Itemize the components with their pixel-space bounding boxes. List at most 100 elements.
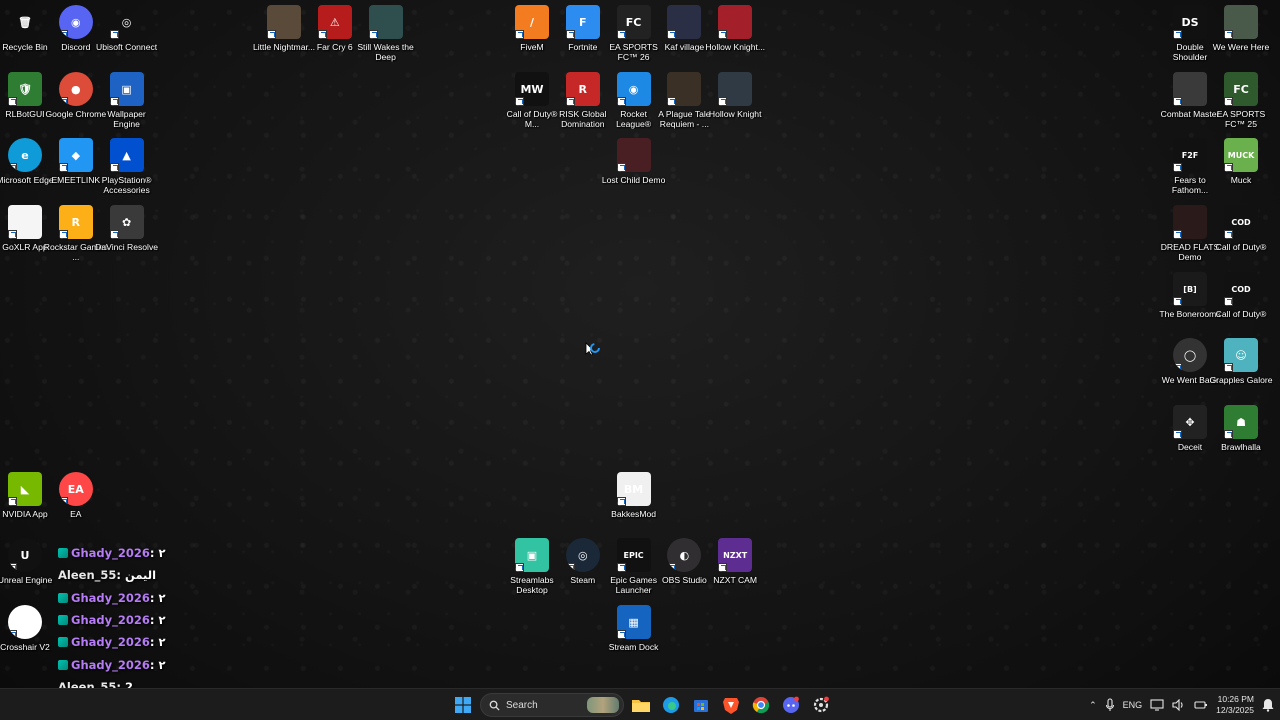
desktop-icon-davinci-resolve[interactable]: ✿ DaVinci Resolve [95,205,159,252]
chrome-taskbar-button[interactable] [748,692,774,718]
app-icon-glyph: NZXT [723,550,748,560]
chat-text: ٢ [158,635,166,650]
edge-taskbar-button[interactable] [658,692,684,718]
desktop-icon-still-wakes-the-deep[interactable]: Still Wakes the Deep [354,5,418,62]
volume-icon[interactable] [1172,699,1186,711]
desktop-icon-we-were-here[interactable]: We Were Here [1209,5,1273,52]
battery-icon[interactable] [1194,699,1208,711]
app-icon: ✥ [1173,405,1207,439]
app-icon [718,72,753,106]
app-icon: FC [1224,72,1258,106]
app-icon: EPIC [616,538,651,572]
app-icon: BM [616,472,651,506]
app-icon-glyph: MUCK [1227,150,1255,160]
subscriber-badge-icon [58,659,68,670]
app-icon: EA [58,472,93,506]
app-icon: F2F [1173,138,1207,172]
app-icon: R [565,72,600,106]
chat-message: Ghady_2026 :٢ [58,653,178,675]
shortcut-arrow-icon [1224,297,1233,306]
app-icon-glyph: ◐ [679,548,690,562]
desktop-icon-stream-dock[interactable]: ▦ Stream Dock [602,605,666,652]
desktop-icon-hollow-knight[interactable]: Hollow Knight [703,72,767,119]
desktop-icon-call-of-duty[interactable]: COD Call of Duty® [1209,205,1273,252]
desktop-icon-brawlhalla[interactable]: ☗ Brawlhalla [1209,405,1273,452]
app-icon: 🗑 [8,5,42,39]
app-icon: ⚠ [317,5,352,39]
app-icon [1173,72,1207,106]
desktop-icon-nzxt-cam[interactable]: NZXT NZXT CAM [703,538,767,585]
search-highlight-graphic [587,697,619,713]
start-button[interactable] [450,692,476,718]
app-icon-glyph: FC [625,15,642,29]
app-icon-glyph: ◌ [20,615,30,629]
desktop-icon-grapples-galore[interactable]: ☺ Grapples Galore [1209,338,1273,385]
language-indicator[interactable]: ENG [1123,700,1143,710]
discord-taskbar-button[interactable] [778,692,804,718]
shortcut-arrow-icon [616,97,626,106]
app-icon: ◎ [565,538,600,572]
app-icon: ▣ [515,538,549,572]
desktop-icon-label: EA [70,509,82,519]
chevron-up-icon[interactable]: ⌃ [1089,700,1097,711]
file-explorer-taskbar-button[interactable] [628,692,654,718]
desktop-icon-ea-sports-fc-25[interactable]: FC EA SPORTS FC™ 25 [1209,72,1273,129]
app-icon: ◣ [8,472,42,506]
desktop-icon-lost-child-demo[interactable]: Lost Child Demo [602,138,666,185]
shortcut-arrow-icon [58,497,68,506]
brave-taskbar-button[interactable] [718,692,744,718]
desktop-icon-label: PlayStation® Accessories [101,175,152,195]
shortcut-arrow-icon [1224,97,1233,106]
shortcut-arrow-icon [8,97,17,106]
desktop-icon-label: Ubisoft Connect [96,42,158,52]
chat-username: Ghady_2026 [71,590,150,605]
app-icon-glyph: ◯ [1183,348,1197,362]
desktop-icon-ubisoft-connect[interactable]: ◎ Ubisoft Connect [95,5,159,53]
taskbar-clock[interactable]: 10:26 PM 12/3/2025 [1216,694,1254,716]
store-taskbar-button[interactable] [688,692,714,718]
desktop-icon-crosshair-v2[interactable]: ◌ Crosshair V2 [0,605,57,652]
app-icon-glyph: ☗ [1236,415,1246,429]
app-icon [616,138,651,172]
chat-username: Ghady_2026 [71,546,150,561]
notification-bell-icon[interactable] [1262,698,1274,712]
shortcut-arrow-icon [616,563,626,572]
desktop-icon-unreal-engine[interactable]: U Unreal Engine [0,538,57,585]
desktop-icon-label: Crosshair V2 [0,642,50,652]
desktop-icon-playstation-accessories[interactable]: ▲ PlayStation® Accessories [95,138,159,195]
shortcut-arrow-icon [368,30,378,39]
app-icon: ▣ [109,72,144,106]
app-icon-glyph: ◣ [20,482,30,496]
desktop-icon-ea[interactable]: EA EA [44,472,108,519]
shortcut-arrow-icon [1224,230,1233,239]
chat-message: Aleen_55 : اليمن [58,564,178,586]
taskbar-search-box[interactable]: Search [480,693,624,717]
app-icon-glyph: ⚠ [329,15,340,29]
taskbar-center: Search [450,689,834,720]
desktop-icon-muck[interactable]: MUCK Muck [1209,138,1273,185]
chat-username: Ghady_2026 [71,613,150,628]
desktop-icon-wallpaper-engine[interactable]: ▣ Wallpaper Engine [95,72,159,129]
chat-separator: : [149,590,155,605]
chat-username: Ghady_2026 [71,635,150,650]
clock-time: 10:26 PM [1217,694,1254,704]
system-tray: ⌃ ENG 10:26 PM 12/3/2025 [1089,689,1274,720]
subscriber-badge-icon [58,615,68,626]
desktop-icon-hollow-knight[interactable]: Hollow Knight... [703,5,767,52]
desktop-icon-label: Wallpaper Engine [107,109,146,129]
brave-lion-icon [723,698,739,714]
app-icon-glyph: ◎ [121,15,132,29]
app-icon: ◌ [8,605,42,639]
busy-cursor-icon [585,342,600,356]
app-icon: R [58,205,93,239]
app-icon-glyph: COD [1231,217,1251,227]
network-icon[interactable] [1150,699,1164,711]
search-icon [489,700,500,711]
microphone-icon[interactable] [1105,698,1115,712]
desktop-icon-bakkesmod[interactable]: BM BakkesMod [602,472,666,519]
app-icon: ☺ [1224,338,1258,372]
shortcut-arrow-icon [317,30,327,39]
app-icon [1224,5,1258,39]
desktop-icon-call-of-duty[interactable]: COD Call of Duty® [1209,272,1273,319]
steelseries-taskbar-button[interactable] [808,692,834,718]
